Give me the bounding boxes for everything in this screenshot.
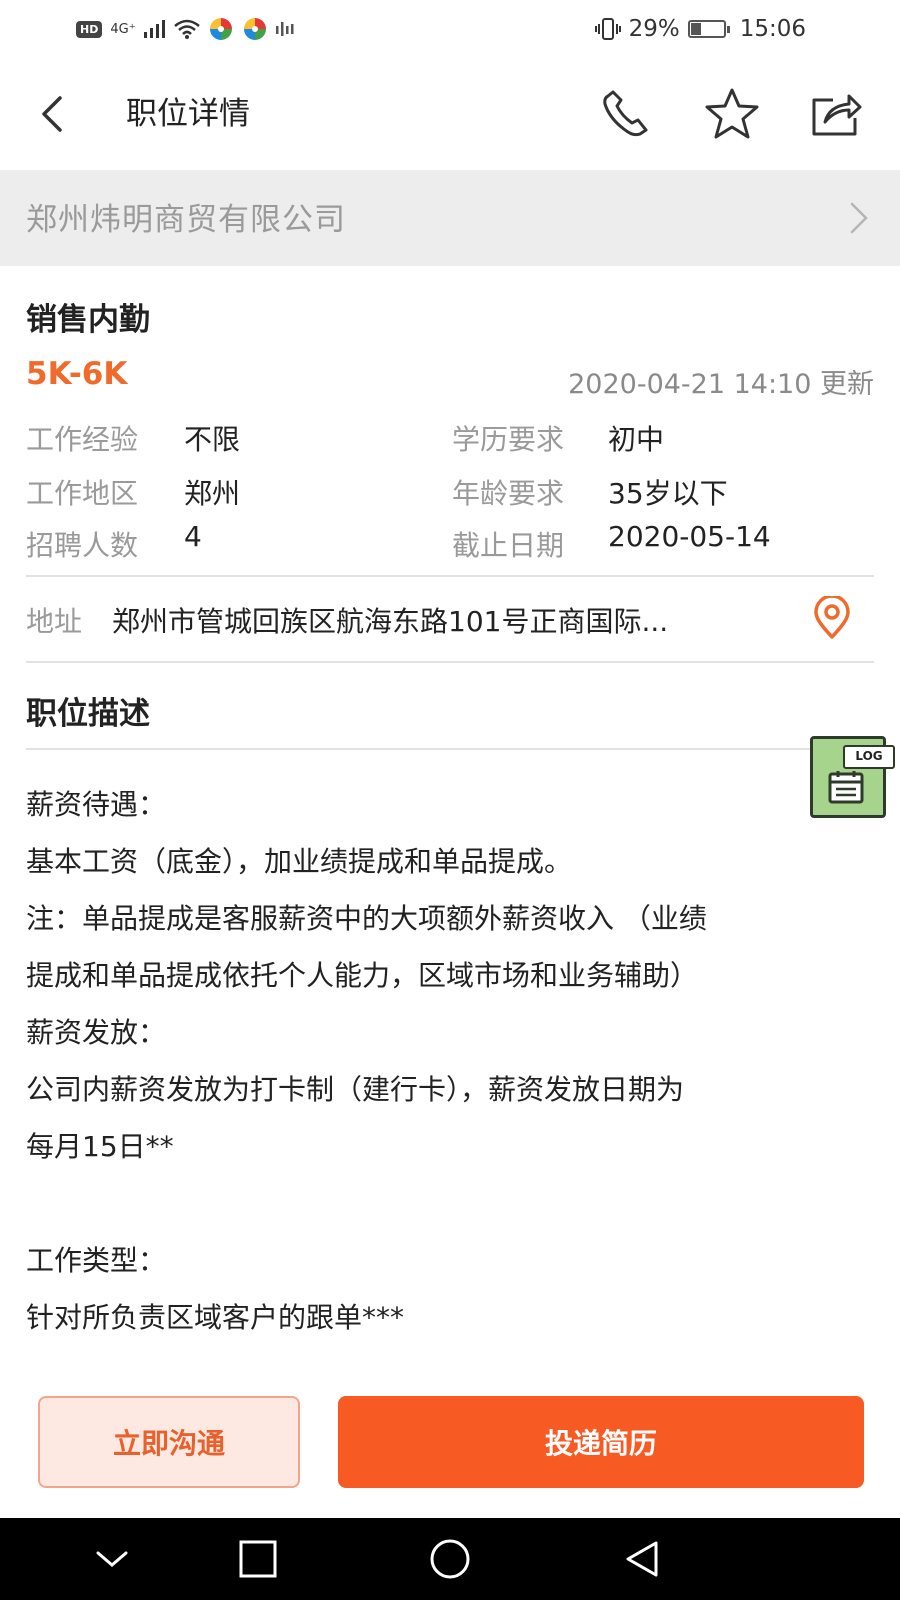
- log-label: LOG: [843, 745, 895, 769]
- status-bar: HD 4G⁺ 29% 15:06: [0, 0, 900, 58]
- headcount-value: 4: [184, 520, 202, 553]
- experience-label: 工作经验: [26, 423, 139, 456]
- page-title: 职位详情: [126, 96, 250, 132]
- education-label: 学历要求: [452, 423, 565, 456]
- chat-now-button[interactable]: 立即沟通: [38, 1396, 300, 1488]
- status-left: HD 4G⁺: [76, 14, 296, 44]
- phone-icon: [603, 90, 648, 137]
- app-notification-icon: [209, 18, 232, 40]
- description-line: 每月15日**: [26, 1130, 174, 1163]
- square-icon: [239, 1540, 277, 1578]
- divider: [26, 661, 874, 663]
- nav-home-button[interactable]: [420, 1530, 480, 1588]
- status-right: 29% 15:06: [594, 14, 806, 44]
- network-label: 4G⁺: [110, 21, 136, 37]
- clock: 15:06: [739, 16, 806, 42]
- nav-recents-button[interactable]: [228, 1530, 288, 1588]
- back-button[interactable]: [30, 86, 74, 142]
- signal-icon: [143, 20, 165, 38]
- description-line: 针对所负责区域客户的跟单***: [26, 1301, 405, 1334]
- description-line: 基本工资（底金），加业绩提成和单品提成。: [26, 845, 573, 878]
- call-button[interactable]: [598, 84, 658, 144]
- deadline-value: 2020-05-14: [608, 520, 771, 553]
- headcount-label: 招聘人数: [26, 529, 139, 562]
- triangle-back-icon: [626, 1541, 658, 1577]
- company-row[interactable]: 郑州炜明商贸有限公司: [0, 170, 900, 266]
- submit-resume-button[interactable]: 投递简历: [338, 1396, 864, 1488]
- battery-percent: 29%: [628, 16, 680, 42]
- description-line: 薪资发放：: [26, 1016, 167, 1049]
- region-value: 郑州: [184, 477, 241, 510]
- battery-icon: [687, 20, 730, 38]
- star-icon: [705, 88, 759, 139]
- description-line: 薪资待遇：: [26, 788, 167, 821]
- favorite-button[interactable]: [702, 84, 762, 144]
- calendar-icon: [828, 771, 864, 804]
- experience-value: 不限: [184, 423, 241, 456]
- app-notification-icon-2: [243, 18, 266, 40]
- update-time: 2020-04-21 14:10 更新: [568, 369, 874, 400]
- company-name: 郑州炜明商贸有限公司: [26, 202, 346, 238]
- map-button[interactable]: [812, 594, 852, 644]
- chevron-down-icon: [96, 1551, 128, 1567]
- address-label: 地址: [26, 605, 83, 638]
- education-value: 初中: [608, 423, 665, 456]
- description-title: 职位描述: [26, 696, 150, 732]
- share-button[interactable]: [806, 84, 866, 144]
- salary: 5K-6K: [26, 356, 128, 392]
- deadline-label: 截止日期: [452, 529, 565, 562]
- navigation-bar: [0, 1518, 900, 1600]
- back-icon: [42, 96, 62, 132]
- app-header: 职位详情: [0, 58, 900, 170]
- description-line: 提成和单品提成依托个人能力，区域市场和业务辅助）: [26, 959, 699, 992]
- description-line: 公司内薪资发放为打卡制（建行卡），薪资发放日期为: [26, 1073, 685, 1106]
- description-line: [26, 1175, 876, 1232]
- description-body: 薪资待遇： 基本工资（底金），加业绩提成和单品提成。 注：单品提成是客服薪资中的…: [26, 776, 876, 1346]
- nav-back-button[interactable]: [612, 1530, 672, 1588]
- divider: [26, 575, 874, 577]
- description-line: 注：单品提成是客服薪资中的大项额外薪资收入 （业绩: [26, 902, 707, 935]
- share-icon: [812, 94, 862, 136]
- age-label: 年龄要求: [452, 477, 565, 510]
- hd-badge: HD: [76, 20, 103, 38]
- chevron-right-icon: [850, 202, 868, 234]
- job-title: 销售内勤: [26, 302, 150, 338]
- log-widget[interactable]: LOG: [810, 736, 895, 818]
- circle-icon: [430, 1539, 470, 1579]
- address-value[interactable]: 郑州市管城回族区航海东路101号正商国际...: [112, 600, 792, 640]
- nav-collapse-button[interactable]: [82, 1530, 142, 1588]
- wifi-icon: [173, 19, 200, 39]
- location-pin-icon: [814, 594, 850, 639]
- divider: [26, 748, 874, 750]
- age-value: 35岁以下: [608, 477, 728, 510]
- audio-bars-icon: [275, 22, 294, 36]
- description-line: 工作类型：: [26, 1244, 167, 1277]
- region-label: 工作地区: [26, 477, 139, 510]
- vibrate-icon: [594, 18, 621, 40]
